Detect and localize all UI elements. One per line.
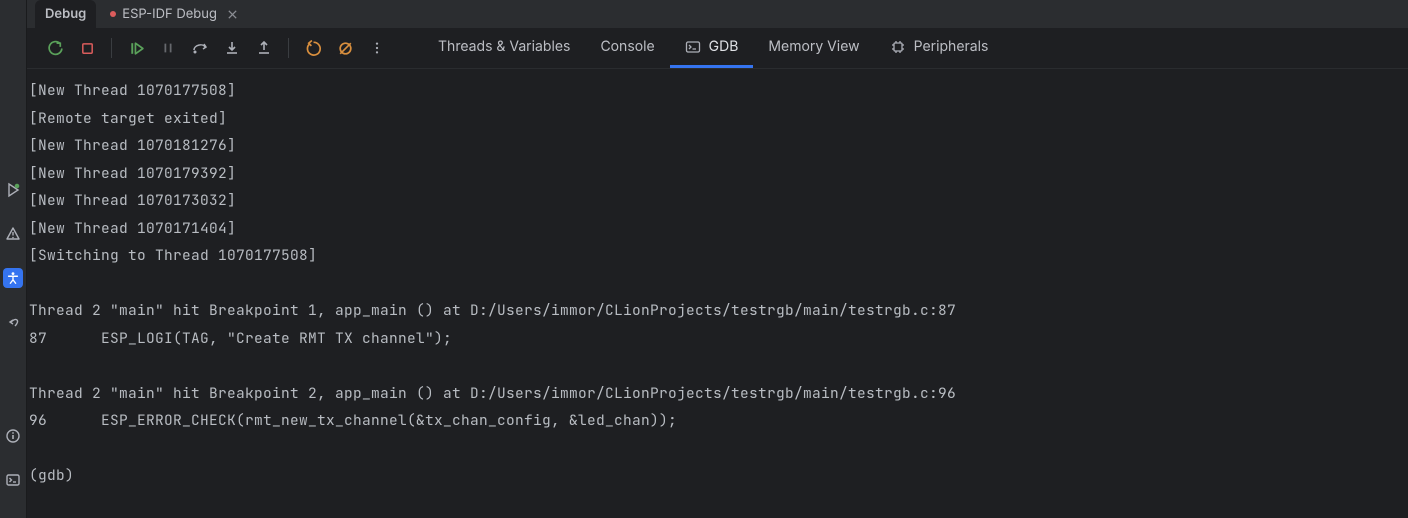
tab-gdb[interactable]: GDB [670,28,754,68]
pause-button[interactable] [154,34,182,62]
gdb-console[interactable]: [New Thread 1070177508] [Remote target e… [27,69,1408,518]
modified-dot-icon [110,11,116,17]
view-tab-label: GDB [709,38,739,55]
terminal-icon[interactable] [3,470,23,490]
step-into-button[interactable] [218,34,246,62]
tab-label: Debug [45,6,86,22]
stop-button[interactable] [73,34,101,62]
reset-button[interactable] [299,34,327,62]
tab-memory-view[interactable]: Memory View [753,28,874,68]
app-root: Debug ESP-IDF Debug [0,0,1408,518]
mute-breakpoints-button[interactable] [331,34,359,62]
more-button[interactable] [363,34,391,62]
warning-icon[interactable] [3,224,23,244]
accessibility-icon[interactable] [3,268,23,288]
view-tabs: Threads & Variables Console GDB Memory V… [423,28,1003,68]
tab-label: ESP-IDF Debug [122,6,217,22]
view-tab-label: Threads & Variables [438,38,570,55]
view-tab-label: Console [600,38,654,55]
tab-debug[interactable]: Debug [35,0,96,28]
run-icon[interactable] [3,180,23,200]
panel-tabstrip: Debug ESP-IDF Debug [27,0,1408,28]
tab-esp-idf-debug[interactable]: ESP-IDF Debug [100,0,248,28]
toolbar-separator [111,38,112,58]
tab-console[interactable]: Console [585,28,669,68]
view-tab-label: Peripherals [914,38,989,55]
step-over-button[interactable] [186,34,214,62]
tab-threads-variables[interactable]: Threads & Variables [423,28,585,68]
resume-button[interactable] [122,34,150,62]
info-icon[interactable] [3,426,23,446]
close-icon[interactable] [227,9,238,20]
debug-toolbar: Threads & Variables Console GDB Memory V… [27,28,1408,69]
chip-icon [890,39,906,55]
view-tab-label: Memory View [768,38,859,55]
left-tool-rail [0,0,27,518]
back-icon[interactable] [3,312,23,332]
step-out-button[interactable] [250,34,278,62]
debug-panel: Debug ESP-IDF Debug [27,0,1408,518]
terminal-icon [685,39,701,55]
toolbar-separator [288,38,289,58]
rerun-button[interactable] [41,34,69,62]
tab-peripherals[interactable]: Peripherals [875,28,1004,68]
